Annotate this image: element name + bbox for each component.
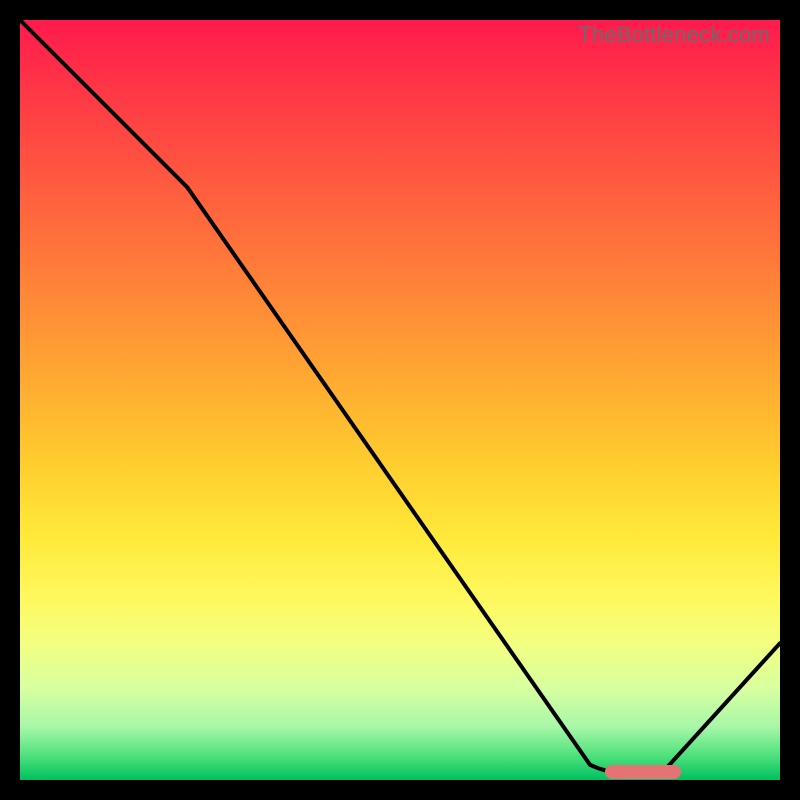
bottleneck-curve [20,20,780,780]
chart-frame: TheBottleneck.com [0,0,800,800]
curve-path [20,20,780,773]
optimal-range-marker [605,765,681,779]
chart-plot-area: TheBottleneck.com [20,20,780,780]
